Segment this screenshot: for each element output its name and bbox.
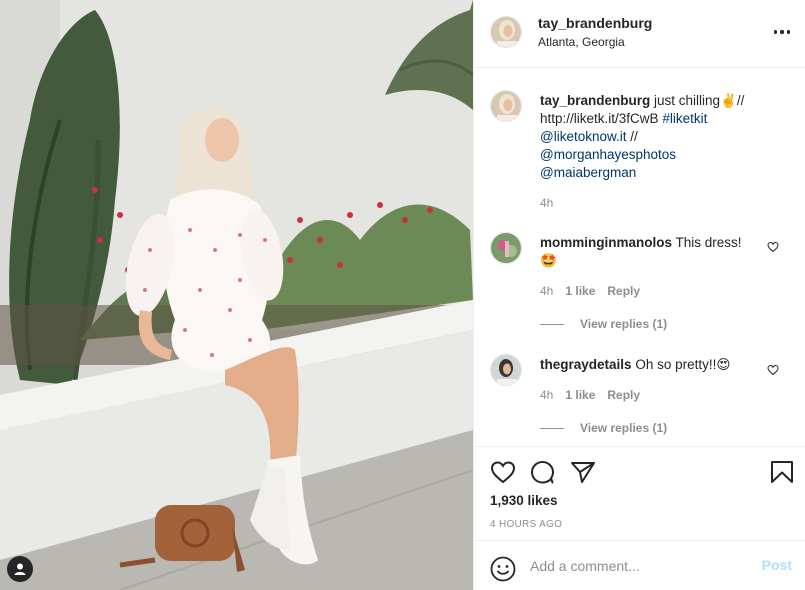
replies-dash [540,427,564,429]
view-replies-button[interactable]: View replies (1) [540,421,667,435]
comment-reply-button[interactable]: Reply [607,388,640,402]
caption-url: http://liketk.it/3fCwB [540,111,659,126]
post-header: tay_brandenburg Atlanta, Georgia [474,0,805,68]
post-side-panel: tay_brandenburg Atlanta, Georgia tay_bra… [473,0,805,590]
bookmark-icon[interactable] [770,460,794,487]
heart-outline-icon [767,364,779,376]
comment-body: Oh so pretty!! [635,357,717,372]
view-replies-label: View replies (1) [580,421,668,435]
comment-body: This dress! [675,235,742,250]
caption-mention-morganhayes[interactable]: @morganhayesphotos [540,147,676,162]
likes-count[interactable]: 1,930 likes [490,493,558,508]
commenter-avatar[interactable] [490,354,522,386]
comment-time: 4h [540,388,554,402]
view-replies-label: View replies (1) [580,317,668,331]
comment-emoji: 😍 [716,357,731,372]
author-username[interactable]: tay_brandenburg [538,15,652,31]
paper-plane-svg [571,462,595,483]
comment-meta: 4h 1 like Reply [540,284,640,298]
heart-outline-icon [767,241,779,253]
comment-likes-button[interactable]: 1 like [565,284,595,298]
comment-bubble-svg [531,461,554,484]
avatar-image [491,233,521,263]
comment-time: 4h [540,284,554,298]
emoji-icon[interactable] [490,556,516,585]
caption-username[interactable]: tay_brandenburg [540,93,650,108]
comment-reply-button[interactable]: Reply [607,284,640,298]
like-heart-svg [490,461,516,484]
instagram-post: tay_brandenburg Atlanta, Georgia tay_bra… [0,0,805,590]
post-photo-illustration [0,0,473,590]
commenter-avatar[interactable] [490,232,522,264]
comment-meta: 4h 1 like Reply [540,388,640,402]
share-icon[interactable] [570,460,596,487]
smiley-svg [490,556,516,582]
view-replies-button[interactable]: View replies (1) [540,317,667,331]
caption-mention-liketoknow[interactable]: @liketoknow.it [540,129,627,144]
avatar-image [491,91,521,121]
post-timestamp: 4 HOURS AGO [490,519,563,530]
comment-text: mommingin​manolos This dress! 🤩 [540,234,755,270]
caption-separator: // [626,129,638,144]
caption-text: tay_brandenburg just chilling✌️// http:/… [540,92,790,182]
post-actions: 1,930 likes 4 HOURS AGO [474,446,805,540]
comment-emoji: 🤩 [540,253,557,268]
caption-body: just chilling✌️// [650,93,745,108]
comment-likes-button[interactable]: 1 like [565,388,595,402]
comment-username[interactable]: mommingin​manolos [540,235,672,250]
avatar-image [491,17,521,47]
heart-icon[interactable] [490,460,516,487]
tagged-users-button[interactable] [7,556,33,582]
post-location[interactable]: Atlanta, Georgia [538,35,625,49]
comment-text: thegraydetails Oh so pretty!!😍 [540,356,755,374]
author-avatar[interactable] [490,16,522,48]
comment-username[interactable]: thegraydetails [540,357,632,372]
add-comment-bar: Post [474,540,805,590]
caption-hashtag[interactable]: #liketkit [662,111,707,126]
avatar-image [491,355,521,385]
caption-mention-maiabergman[interactable]: @maiabergman [540,165,636,180]
comment-icon[interactable] [530,460,556,487]
comment-like-heart-icon[interactable] [767,364,779,379]
comment-input[interactable] [530,555,750,577]
replies-dash [540,323,564,325]
user-icon [14,563,26,575]
post-photo[interactable] [0,0,473,590]
more-options-icon[interactable] [772,24,792,40]
comment-like-heart-icon[interactable] [767,241,779,256]
post-comment-button[interactable]: Post [762,557,792,573]
caption-timestamp: 4h [540,196,554,210]
caption-avatar[interactable] [490,90,522,122]
bookmark-svg [771,461,793,483]
